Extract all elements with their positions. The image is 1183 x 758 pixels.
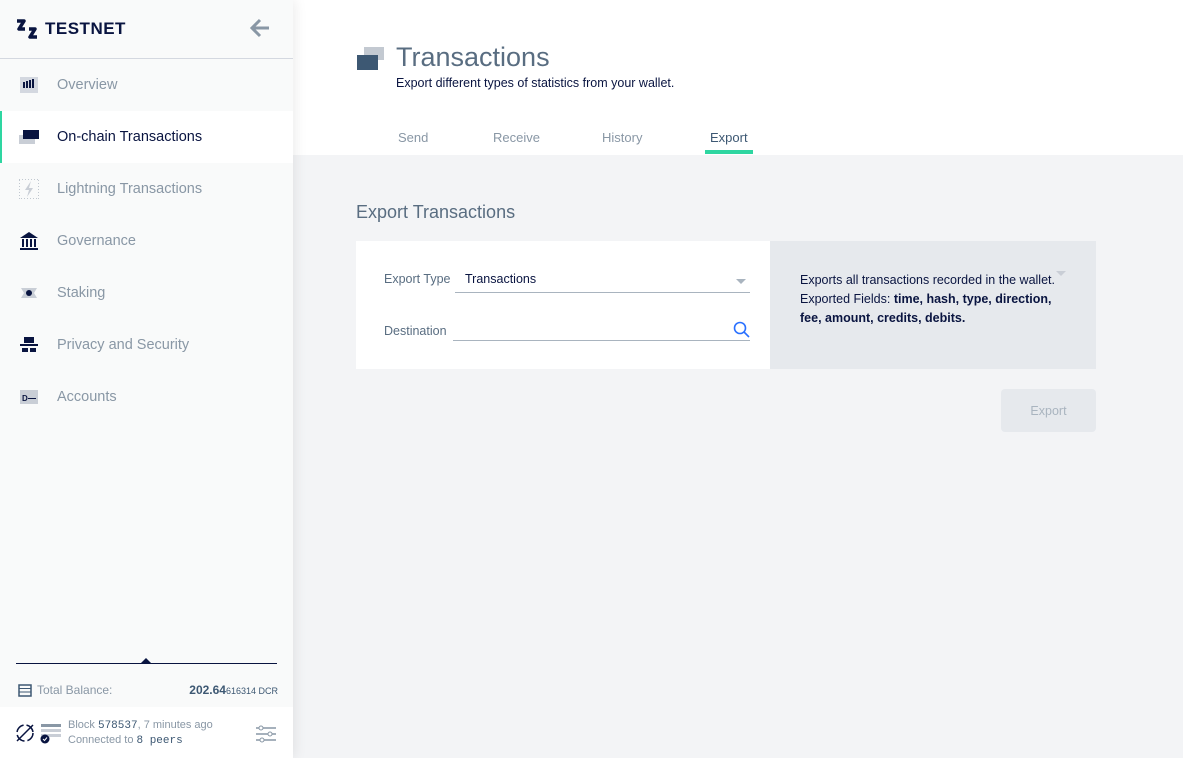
sidebar-item-label: Privacy and Security bbox=[57, 337, 190, 353]
sidebar-item-governance[interactable]: Governance bbox=[0, 215, 293, 267]
decred-logo-icon bbox=[17, 19, 37, 39]
sidebar-item-label: On-chain Transactions bbox=[57, 129, 203, 145]
sidebar-item-label: Governance bbox=[57, 233, 136, 249]
page-header: Transactions Export different types of s… bbox=[293, 0, 1183, 155]
export-form: Export Type Transactions Destination bbox=[356, 241, 770, 369]
sidebar-item-label: Staking bbox=[57, 285, 106, 301]
settings-sliders-button[interactable] bbox=[255, 725, 277, 743]
accounts-icon: D bbox=[19, 387, 39, 407]
collapse-sidebar-button[interactable] bbox=[248, 16, 272, 40]
destination-input[interactable] bbox=[453, 319, 750, 341]
blockchain-synced-icon bbox=[40, 723, 61, 743]
svg-text:D: D bbox=[22, 394, 28, 403]
chevron-down-icon bbox=[736, 279, 746, 284]
transactions-header-icon bbox=[357, 47, 384, 70]
tab-receive[interactable]: Receive bbox=[493, 130, 540, 145]
page-subtitle: Export different types of statistics fro… bbox=[396, 76, 675, 90]
overview-icon bbox=[19, 75, 39, 95]
page-title: Transactions bbox=[396, 42, 550, 72]
search-icon[interactable] bbox=[733, 321, 750, 339]
sidebar-item-on-chain-transactions[interactable]: On-chain Transactions bbox=[0, 111, 293, 163]
export-button[interactable]: Export bbox=[1001, 389, 1096, 432]
logo: TESTNET bbox=[15, 18, 126, 40]
peer-count: 8 peers bbox=[136, 734, 183, 747]
transactions-icon bbox=[19, 127, 39, 147]
balance-main: 202.64 bbox=[189, 683, 226, 697]
sidebar-item-label: Overview bbox=[57, 77, 118, 93]
connected-label: Connected to bbox=[68, 733, 134, 746]
balance-amount: 202.64616314 DCR bbox=[189, 683, 278, 697]
sidebar-item-label: Accounts bbox=[57, 389, 117, 405]
balance-rest: 616314 DCR bbox=[225, 686, 278, 696]
balance-divider bbox=[16, 663, 277, 664]
fields-label: Exported Fields: bbox=[800, 292, 891, 306]
privacy-icon bbox=[19, 335, 39, 355]
sidebar-nav: Overview On-chain Transactions Lightning… bbox=[0, 59, 293, 423]
block-label: Block bbox=[68, 718, 95, 731]
sidebar-item-lightning-transactions[interactable]: Lightning Transactions bbox=[0, 163, 293, 215]
export-type-label: Export Type bbox=[384, 272, 451, 286]
sidebar-item-label: Lightning Transactions bbox=[57, 181, 203, 197]
destination-label: Destination bbox=[384, 324, 447, 338]
tab-export[interactable]: Export bbox=[705, 130, 753, 154]
description-text: Exports all transactions recorded in the… bbox=[800, 273, 1055, 287]
balance-icon bbox=[18, 683, 32, 697]
governance-icon bbox=[19, 231, 39, 251]
sidebar: TESTNET Overview On-chain Transactions L… bbox=[0, 0, 293, 758]
sidebar-item-privacy-and-security[interactable]: Privacy and Security bbox=[0, 319, 293, 371]
network-label: TESTNET bbox=[45, 19, 126, 38]
total-balance: Total Balance: 202.64616314 DCR bbox=[18, 683, 278, 697]
tab-send[interactable]: Send bbox=[398, 130, 428, 145]
section-title: Export Transactions bbox=[356, 202, 516, 222]
export-description: Exports all transactions recorded in the… bbox=[770, 241, 1096, 369]
sidebar-item-staking[interactable]: Staking bbox=[0, 267, 293, 319]
balance-toggle-icon[interactable] bbox=[141, 658, 151, 663]
sync-icon bbox=[16, 723, 34, 742]
export-type-value: Transactions bbox=[465, 272, 537, 286]
chevron-down-icon[interactable] bbox=[1056, 271, 1066, 276]
lightning-icon bbox=[19, 179, 39, 199]
sync-status: Block 578537, 7 minutes ago Connected to… bbox=[0, 707, 293, 758]
block-number: 578537 bbox=[97, 719, 138, 732]
block-time: , 7 minutes ago bbox=[137, 718, 213, 731]
ticket-icon bbox=[19, 283, 39, 303]
export-type-select[interactable]: Transactions bbox=[455, 269, 750, 293]
tab-history[interactable]: History bbox=[602, 130, 642, 145]
sidebar-item-accounts[interactable]: D Accounts bbox=[0, 371, 293, 423]
balance-label: Total Balance: bbox=[37, 683, 113, 697]
sidebar-item-overview[interactable]: Overview bbox=[0, 59, 293, 111]
